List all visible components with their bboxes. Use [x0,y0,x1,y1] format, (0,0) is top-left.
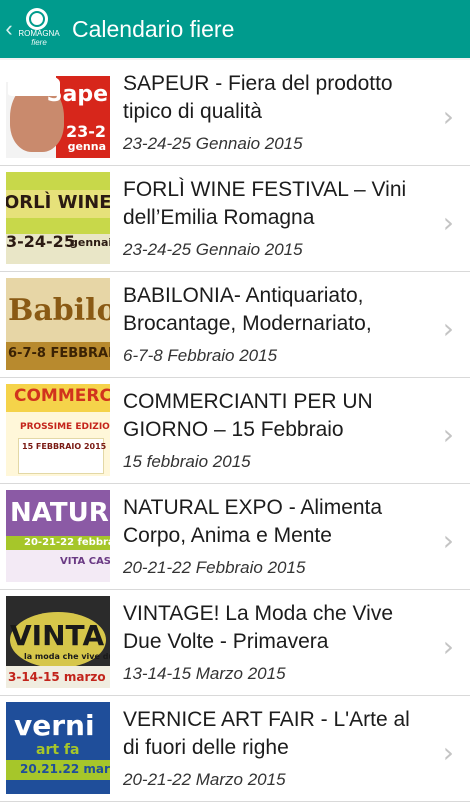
event-date: 20-21-22 Marzo 2015 [123,770,286,789]
thumb-text: 3-24-25 [6,232,75,251]
event-date: 23-24-25 Gennaio 2015 [123,240,303,259]
thumb-text: 15 FEBBRAIO 2015 [22,442,107,451]
event-date: 15 febbraio 2015 [123,452,251,471]
thumb-text: genna [67,140,106,153]
thumb-text: verni [14,709,95,742]
thumb-text: 3-14-15 marzo [8,670,106,684]
chevron-right-icon: › [442,206,454,239]
event-thumbnail: NATUR 20-21-22 febbrai VITA CASA [6,490,110,582]
thumb-text: art fa [36,742,80,758]
thumb-text: la moda che vive due vol [24,652,110,661]
event-name: COMMERCIANTI PER UN GIORNO – 15 Febbraio [123,390,373,441]
event-name: BABILONIA- Antiquariato, Brocantage, Mod… [123,284,372,335]
list-item[interactable]: ORLÌ WINE FES 3-24-25 gennaio FORLÌ WINE… [0,166,470,272]
thumb-text: 23-2 [65,122,106,141]
chevron-right-icon: › [442,630,454,663]
list-item[interactable]: Sape 23-2 genna SAPEUR - Fiera del prodo… [0,60,470,166]
chevron-right-icon: › [442,100,454,133]
list-item[interactable]: VINTA la moda che vive due vol 3-14-15 m… [0,590,470,696]
thumb-text: NATUR [10,498,109,528]
logo-text: ROMAGNA [18,29,60,38]
chevron-right-icon: › [442,312,454,345]
thumb-text: 20-21-22 febbrai [24,537,110,548]
thumb-text: 20.21.22 marz [20,762,110,776]
event-name: VERNICE ART FAIR - L'Arte al di fuori de… [123,708,410,759]
event-name: FORLÌ WINE FESTIVAL – Vini dell’Emilia R… [123,178,407,229]
event-date: 6-7-8 Febbraio 2015 [123,346,278,365]
event-date: 13-14-15 Marzo 2015 [123,664,286,683]
list-item[interactable]: COMMERCI PROSSIME EDIZIONI 15 FEBBRAIO 2… [0,378,470,484]
thumb-text: VITA CASA [60,556,110,567]
event-name: VINTAGE! La Moda che Vive Due Volte - Pr… [123,602,394,653]
thumb-text: Sape [46,82,108,107]
fair-list: Sape 23-2 genna SAPEUR - Fiera del prodo… [0,60,470,802]
event-name: NATURAL EXPO - Alimenta Corpo, Anima e M… [123,496,383,547]
list-item[interactable]: verni art fa 20.21.22 marz VERNICE ART F… [0,696,470,802]
event-name: SAPEUR - Fiera del prodotto tipico di qu… [123,72,393,123]
app-bar: ‹ ROMAGNA fiere Calendario fiere [0,0,470,58]
app-logo[interactable]: ROMAGNA fiere [18,6,60,52]
thumb-text: ORLÌ WINE FES [6,192,110,213]
event-date: 23-24-25 Gennaio 2015 [123,134,303,153]
chevron-right-icon: › [442,524,454,557]
event-thumbnail: VINTA la moda che vive due vol 3-14-15 m… [6,596,110,688]
chevron-right-icon: › [442,736,454,769]
chevron-right-icon: › [442,418,454,451]
list-item[interactable]: Babilor 6-7-8 FEBBRAIO BABILONIA- Antiqu… [0,272,470,378]
logo-mark-icon [26,8,48,30]
thumb-text: Babilor [8,293,110,328]
thumb-text: COMMERCI [14,386,110,406]
thumb-text: VINTA [10,619,105,652]
event-thumbnail: Babilor 6-7-8 FEBBRAIO [6,278,110,370]
thumb-text: 6-7-8 FEBBRAIO [8,346,110,361]
event-thumbnail: COMMERCI PROSSIME EDIZIONI 15 FEBBRAIO 2… [6,384,110,476]
event-date: 20-21-22 Febbraio 2015 [123,558,306,577]
logo-subtext: fiere [31,38,47,47]
event-thumbnail: ORLÌ WINE FES 3-24-25 gennaio [6,172,110,264]
back-glyph: ‹ [5,16,13,41]
thumb-text: PROSSIME EDIZIONI [20,422,110,432]
thumb-text: gennaio [70,236,110,249]
event-thumbnail: verni art fa 20.21.22 marz [6,702,110,794]
back-icon[interactable]: ‹ [2,0,16,58]
event-thumbnail: Sape 23-2 genna [6,66,110,158]
page-title: Calendario fiere [72,15,235,42]
list-item[interactable]: NATUR 20-21-22 febbrai VITA CASA NATURAL… [0,484,470,590]
